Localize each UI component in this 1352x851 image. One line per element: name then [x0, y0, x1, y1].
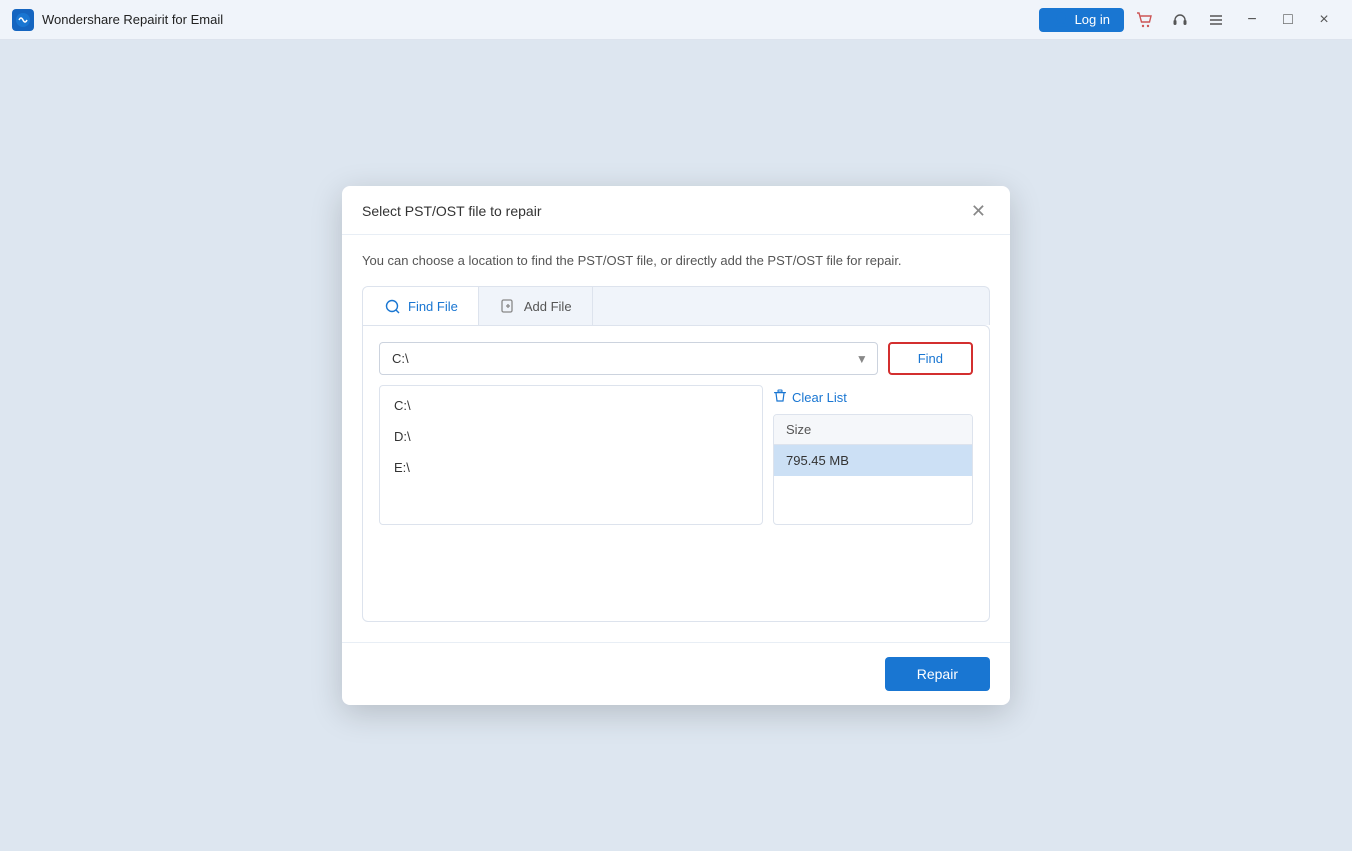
titlebar-actions: 👤 Log in − □ × — [1039, 6, 1340, 34]
drive-list: C:\ D:\ E:\ — [379, 385, 763, 525]
tab-find-file[interactable]: Find File — [363, 287, 479, 325]
find-file-tab-label: Find File — [408, 299, 458, 314]
find-file-icon — [383, 297, 401, 315]
cart-icon-button[interactable] — [1128, 6, 1160, 34]
drive-item-e[interactable]: E:\ — [380, 452, 762, 483]
panel-bottom-spacer — [379, 525, 973, 605]
trash-icon — [773, 389, 787, 406]
results-panel: Clear List Size 795.45 MB — [773, 385, 973, 525]
window-close-button[interactable]: × — [1308, 6, 1340, 34]
maximize-button[interactable]: □ — [1272, 6, 1304, 34]
find-row: C:\ D:\ E:\ ▼ Find — [379, 342, 973, 375]
login-button[interactable]: 👤 Log in — [1039, 8, 1124, 32]
user-icon: 👤 — [1053, 12, 1069, 28]
app-title: Wondershare Repairit for Email — [42, 12, 223, 27]
dialog-title: Select PST/OST file to repair — [362, 203, 541, 219]
dialog-body: You can choose a location to find the PS… — [342, 235, 1010, 643]
dialog-description: You can choose a location to find the PS… — [362, 251, 990, 271]
results-row: 795.45 MB — [774, 445, 972, 476]
add-file-tab-label: Add File — [524, 299, 572, 314]
dropdown-container: C:\ D:\ E:\ — [379, 385, 973, 525]
content-panel: C:\ D:\ E:\ ▼ Find C:\ D:\ E:\ — [362, 325, 990, 622]
titlebar: Wondershare Repairit for Email 👤 Log in … — [0, 0, 1352, 40]
minimize-button[interactable]: − — [1236, 6, 1268, 34]
tab-add-file[interactable]: Add File — [479, 287, 593, 325]
tab-bar: Find File Add File — [362, 286, 990, 325]
dialog-footer: Repair — [342, 642, 1010, 705]
clear-list-label: Clear List — [792, 390, 847, 405]
headset-icon-button[interactable] — [1164, 6, 1196, 34]
results-column-header: Size — [774, 415, 972, 445]
select-file-dialog: Select PST/OST file to repair ✕ You can … — [342, 186, 1010, 706]
find-button[interactable]: Find — [888, 342, 973, 375]
add-file-icon — [499, 297, 517, 315]
drive-select[interactable]: C:\ D:\ E:\ — [379, 342, 878, 375]
drive-item-c[interactable]: C:\ — [380, 390, 762, 421]
results-table: Size 795.45 MB — [773, 414, 973, 525]
repair-button[interactable]: Repair — [885, 657, 990, 691]
dialog-close-button[interactable]: ✕ — [967, 200, 990, 222]
clear-list-button[interactable]: Clear List — [773, 385, 973, 414]
dialog-header: Select PST/OST file to repair ✕ — [342, 186, 1010, 235]
drive-select-wrapper: C:\ D:\ E:\ ▼ — [379, 342, 878, 375]
main-background: Select PST/OST file to repair ✕ You can … — [0, 40, 1352, 851]
app-logo — [12, 9, 34, 31]
drive-item-d[interactable]: D:\ — [380, 421, 762, 452]
menu-icon-button[interactable] — [1200, 6, 1232, 34]
